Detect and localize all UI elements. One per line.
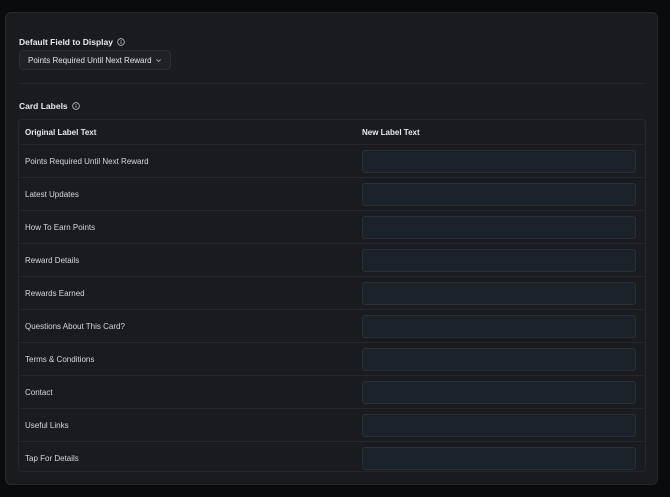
default-field-selected-value: Points Required Until Next Reward bbox=[28, 55, 152, 65]
chevron-down-icon bbox=[156, 59, 161, 63]
card-labels-label: Card Labels bbox=[19, 101, 80, 111]
original-label-text: Latest Updates bbox=[25, 189, 79, 199]
table-row: Latest Updates bbox=[19, 178, 645, 211]
default-field-label: Default Field to Display bbox=[19, 37, 125, 47]
original-label-text: Contact bbox=[25, 387, 53, 397]
new-label-cell bbox=[362, 447, 645, 470]
original-label-text: Useful Links bbox=[25, 420, 69, 430]
column-header-original: Original Label Text bbox=[25, 127, 97, 137]
original-label-text: Tap For Details bbox=[25, 454, 79, 463]
new-label-cell bbox=[362, 413, 645, 437]
table-row: Tap For Details bbox=[19, 442, 645, 475]
new-label-cell bbox=[362, 314, 645, 338]
original-label-text: Questions About This Card? bbox=[25, 321, 125, 331]
new-label-input[interactable] bbox=[362, 149, 636, 173]
table-body: Points Required Until Next Reward Latest … bbox=[19, 145, 645, 475]
settings-panel: Default Field to Display Points Required… bbox=[5, 12, 658, 485]
table-row: Terms & Conditions bbox=[19, 343, 645, 376]
card-labels-table: Original Label Text New Label Text Point… bbox=[18, 119, 646, 472]
new-label-input[interactable] bbox=[362, 347, 636, 371]
original-label-text: Points Required Until Next Reward bbox=[25, 156, 149, 166]
new-label-input[interactable] bbox=[362, 248, 636, 272]
new-label-input[interactable] bbox=[362, 380, 636, 404]
new-label-cell bbox=[362, 182, 645, 206]
new-label-input[interactable] bbox=[362, 281, 636, 305]
table-row: How To Earn Points bbox=[19, 211, 645, 244]
original-label-text: Rewards Earned bbox=[25, 288, 85, 298]
new-label-cell bbox=[362, 248, 645, 272]
table-row: Useful Links bbox=[19, 409, 645, 442]
default-field-label-text: Default Field to Display bbox=[19, 37, 113, 47]
original-label-text: Terms & Conditions bbox=[25, 354, 95, 364]
new-label-cell bbox=[362, 380, 645, 404]
original-label-text: Reward Details bbox=[25, 255, 80, 265]
new-label-input[interactable] bbox=[362, 215, 636, 239]
new-label-cell bbox=[362, 281, 645, 305]
table-row: Rewards Earned bbox=[19, 277, 645, 310]
new-label-cell bbox=[362, 215, 645, 239]
table-row: Questions About This Card? bbox=[19, 310, 645, 343]
new-label-input[interactable] bbox=[362, 182, 636, 206]
new-label-input[interactable] bbox=[362, 314, 636, 338]
column-header-new: New Label Text bbox=[362, 127, 420, 137]
info-icon[interactable] bbox=[117, 38, 125, 46]
new-label-cell bbox=[362, 149, 645, 173]
default-field-dropdown[interactable]: Points Required Until Next Reward bbox=[19, 50, 171, 70]
new-label-input[interactable] bbox=[362, 447, 636, 470]
table-row: Points Required Until Next Reward bbox=[19, 145, 645, 178]
table-header: Original Label Text New Label Text bbox=[19, 120, 645, 145]
new-label-input[interactable] bbox=[362, 413, 636, 437]
card-labels-label-text: Card Labels bbox=[19, 101, 68, 111]
info-icon[interactable] bbox=[71, 102, 80, 110]
section-divider bbox=[19, 83, 644, 84]
new-label-cell bbox=[362, 347, 645, 371]
original-label-text: How To Earn Points bbox=[25, 222, 96, 232]
table-row: Reward Details bbox=[19, 244, 645, 277]
table-row: Contact bbox=[19, 376, 645, 409]
